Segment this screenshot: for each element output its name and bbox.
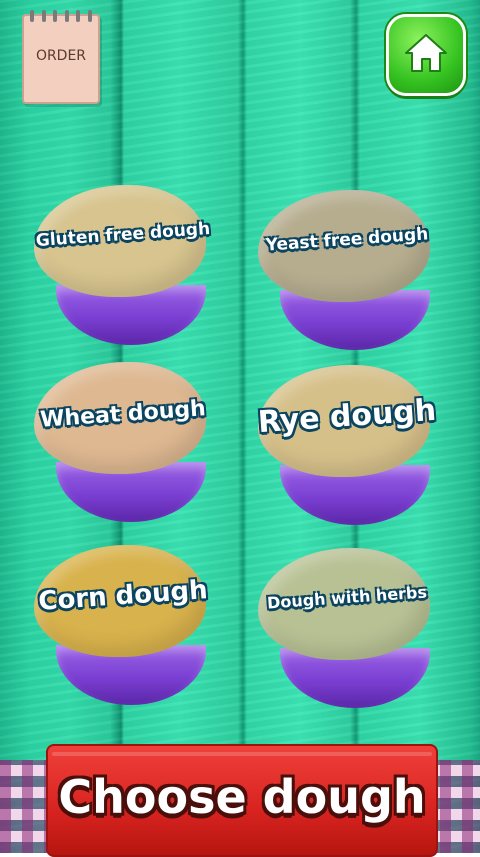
dough-option-gluten-free[interactable]: Gluten free dough [34, 185, 224, 345]
order-label: ORDER [35, 48, 87, 64]
dough-option-herbs[interactable]: Dough with herbs [258, 548, 448, 708]
home-icon [405, 34, 447, 72]
home-button[interactable] [386, 14, 466, 96]
banner-title: Choose dough [58, 770, 426, 824]
title-banner: Choose dough [46, 744, 438, 857]
dough-option-rye[interactable]: Rye dough [257, 365, 448, 525]
dough-option-yeast-free[interactable]: Yeast free dough [258, 190, 448, 350]
dough-option-corn[interactable]: Corn dough [34, 545, 224, 705]
order-notepad-button[interactable]: ORDER [22, 10, 100, 104]
notepad-rings [30, 10, 92, 22]
dough-option-wheat[interactable]: Wheat dough [34, 362, 224, 522]
